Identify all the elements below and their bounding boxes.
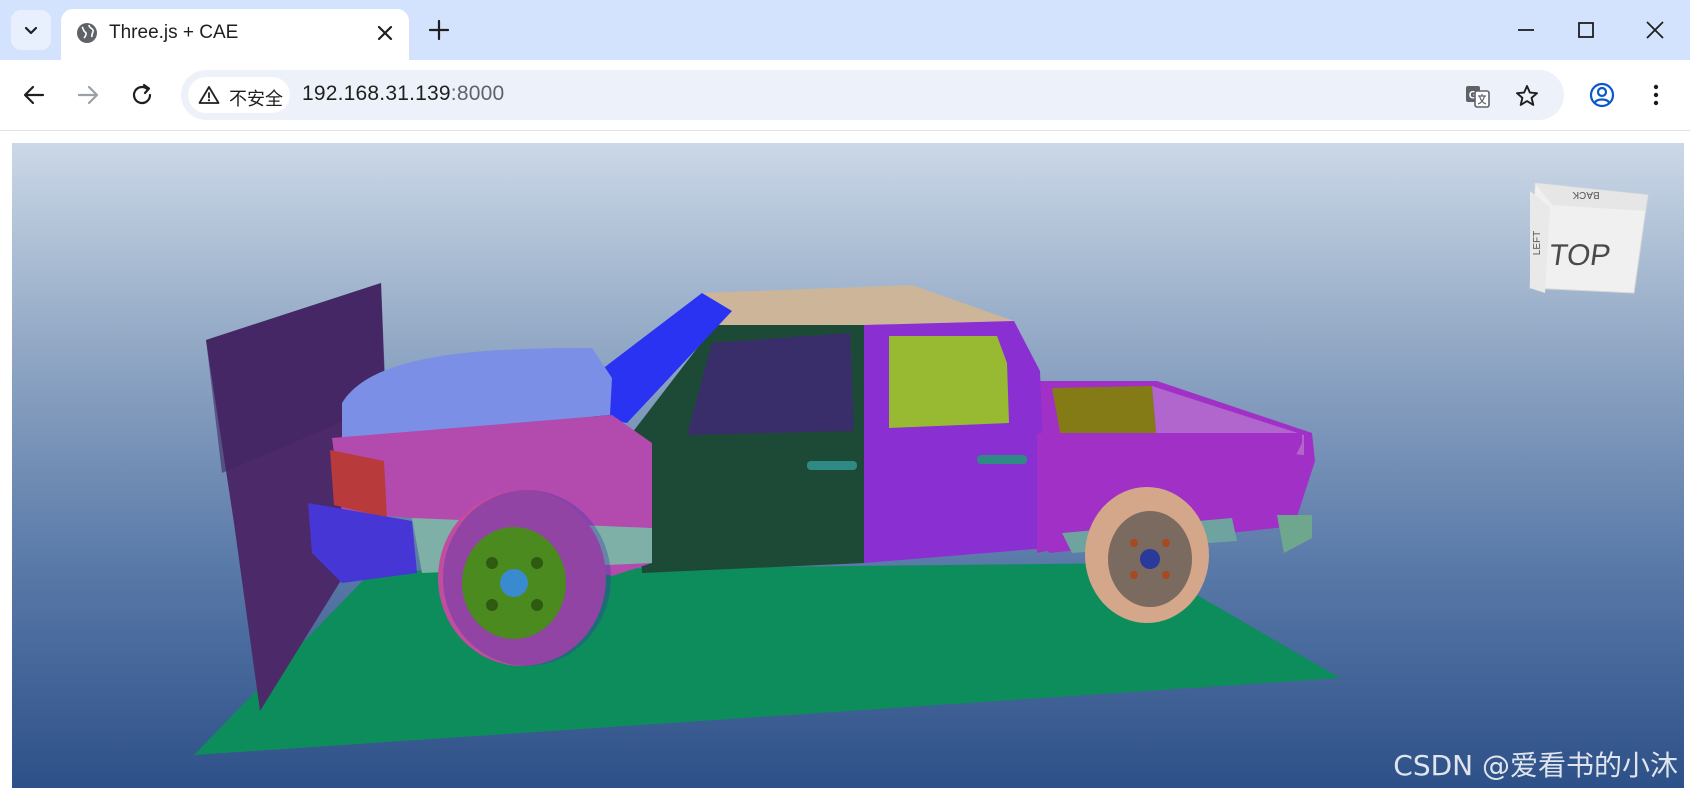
rear-window xyxy=(889,336,1009,428)
view-cube-back-label: BACK xyxy=(1572,189,1600,200)
url-text[interactable]: 192.168.31.139:8000 xyxy=(302,82,504,106)
browser-toolbar: 不安全 192.168.31.139:8000 G xyxy=(0,60,1690,131)
cae-scene: TOP BACK LEFT xyxy=(194,182,1649,755)
tab-strip: Three.js + CAE xyxy=(0,0,1690,60)
warning-icon xyxy=(198,86,220,104)
watermark: CSDN @爱看书的小沐 xyxy=(1393,749,1678,782)
active-tab[interactable]: Three.js + CAE xyxy=(61,9,409,60)
view-cube-top-label: TOP xyxy=(1547,239,1613,272)
minimize-icon[interactable] xyxy=(1512,16,1540,44)
threejs-viewport[interactable]: TOP BACK LEFT CSDN @爱看书的小沐 xyxy=(12,143,1684,788)
view-cube: TOP BACK LEFT xyxy=(1529,182,1649,294)
close-icon[interactable] xyxy=(373,21,397,45)
plus-icon[interactable] xyxy=(425,16,453,44)
address-bar[interactable]: 不安全 192.168.31.139:8000 G xyxy=(181,70,1564,120)
front-window xyxy=(687,333,854,435)
url-port: :8000 xyxy=(450,82,505,105)
profile-icon[interactable] xyxy=(1586,79,1618,111)
star-icon[interactable] xyxy=(1513,82,1541,110)
page-bottom xyxy=(0,788,1690,809)
security-label: 不安全 xyxy=(229,89,283,109)
forward-arrow-icon[interactable] xyxy=(72,79,104,111)
view-cube-left-label: LEFT xyxy=(1532,231,1543,255)
close-window-icon[interactable] xyxy=(1641,16,1669,44)
kebab-menu-icon[interactable] xyxy=(1640,79,1672,111)
globe-icon xyxy=(77,23,97,43)
roof xyxy=(702,285,1014,325)
reload-icon[interactable] xyxy=(126,79,158,111)
translate-icon[interactable]: G xyxy=(1464,82,1492,110)
tab-search-button[interactable] xyxy=(11,10,51,50)
chevron-down-icon xyxy=(24,26,38,35)
tab-title: Three.js + CAE xyxy=(109,22,239,43)
security-chip[interactable]: 不安全 xyxy=(188,77,290,113)
back-arrow-icon[interactable] xyxy=(18,79,50,111)
url-host: 192.168.31.139 xyxy=(302,82,451,105)
maximize-icon[interactable] xyxy=(1572,16,1600,44)
